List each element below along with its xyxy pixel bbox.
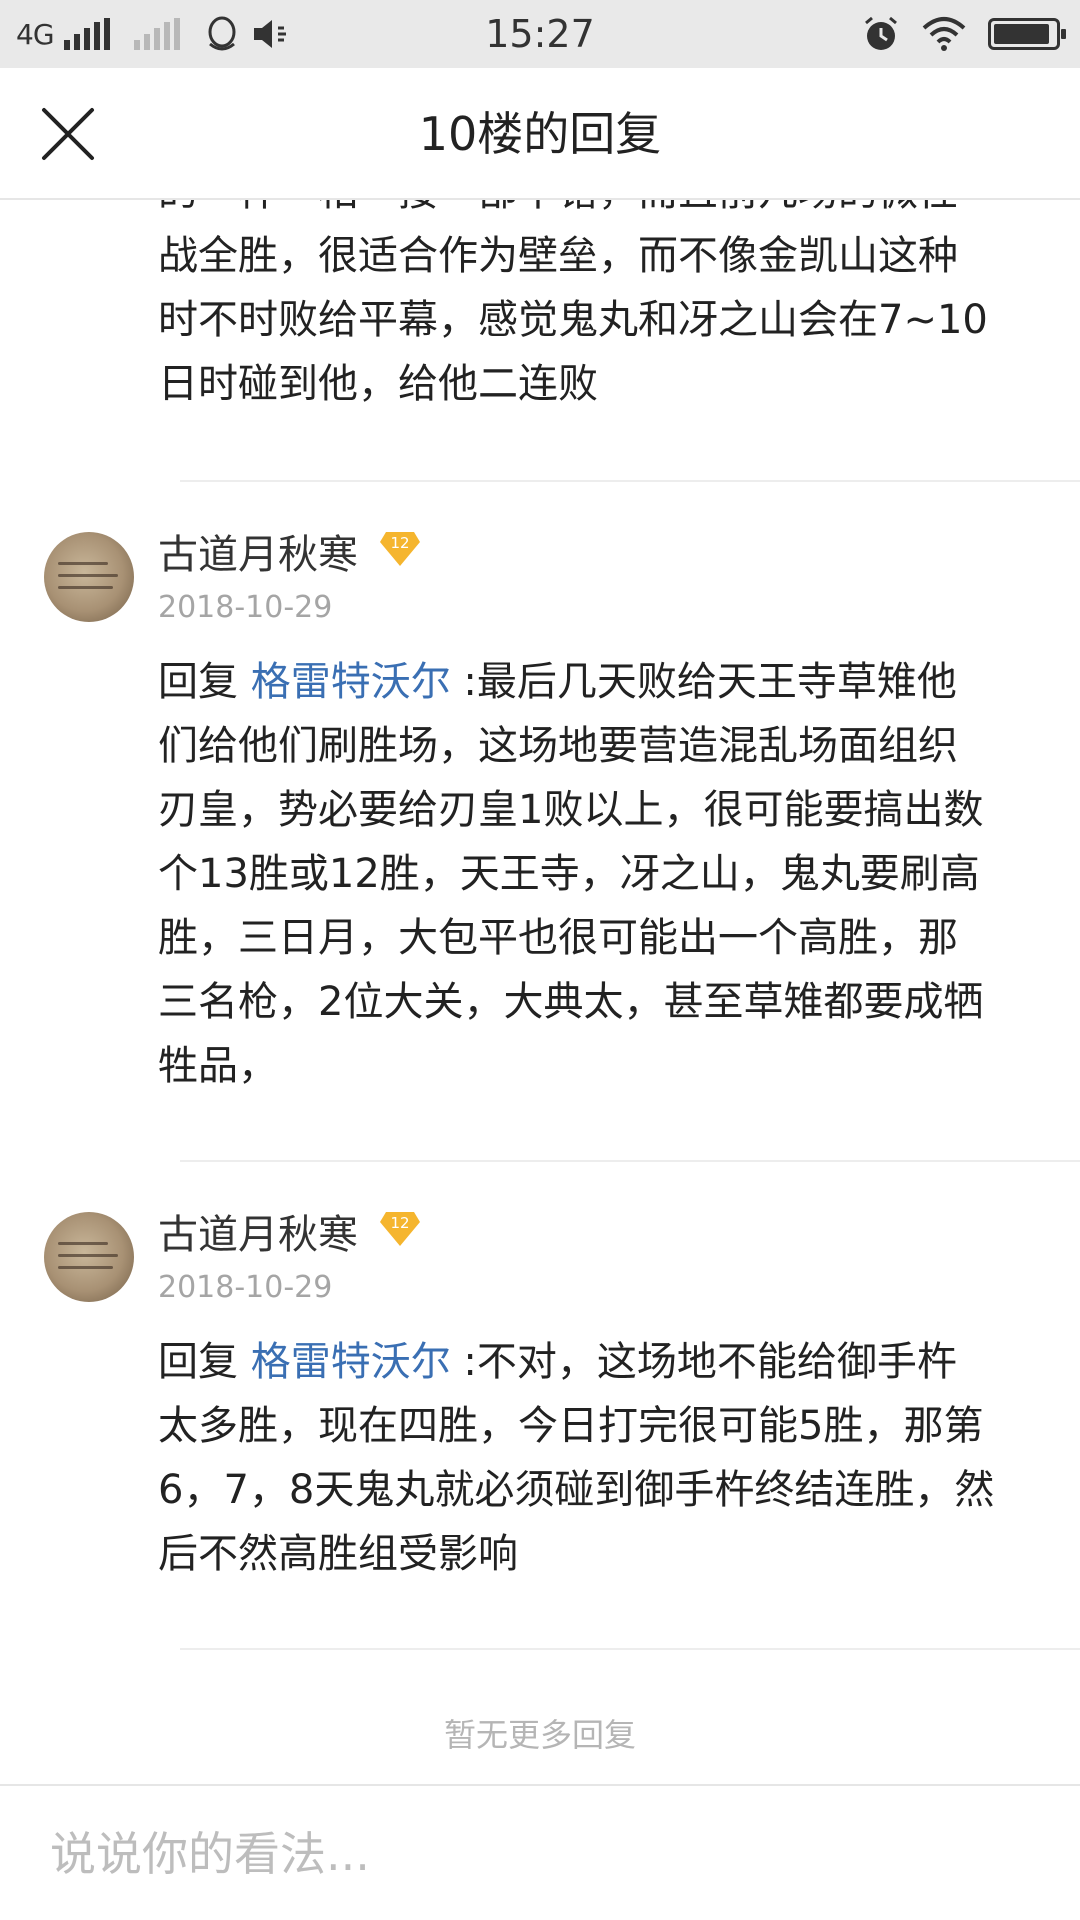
- alarm-icon: [865, 16, 897, 50]
- wifi-icon: [922, 17, 966, 51]
- username[interactable]: 古道月秋寒: [158, 522, 358, 580]
- level-badge-icon: 12: [380, 1212, 420, 1246]
- level-badge-icon: 12: [380, 532, 420, 566]
- divider: [180, 1160, 1080, 1162]
- reply-text-first: :最后几天败给天王寺草雉他: [450, 659, 957, 705]
- text-line: 回复 格雷特沃尔 :最后几天败给天王寺草雉他: [158, 650, 1038, 714]
- level-number: 12: [390, 534, 409, 552]
- status-right: [862, 0, 1066, 68]
- text-line: 的一样一相一接一部不错，而且前几场的微性: [158, 200, 1038, 224]
- battery-icon: [988, 18, 1066, 50]
- text-line: 胜，三日月，大包平也很可能出一个高胜，那: [158, 915, 958, 961]
- text-line: 6，7，8天鬼丸就必须碰到御手杵终结连胜，然: [158, 1467, 995, 1513]
- previous-reply-text: 的一样一相一接一部不错，而且前几场的微性 战全胜，很适合作为壁垒，而不像金凯山这…: [158, 200, 1038, 416]
- reply-prefix: 回复: [158, 1339, 251, 1385]
- status-bar: 4G 15:27: [0, 0, 1080, 68]
- divider: [180, 1648, 1080, 1650]
- text-line: 战全胜，很适合作为壁垒，而不像金凯山这种: [158, 233, 958, 279]
- header: 10楼的回复: [0, 68, 1080, 200]
- reply-body: 回复 格雷特沃尔 :不对，这场地不能给御手杵 太多胜，现在四胜，今日打完很可能5…: [158, 1330, 1038, 1586]
- comment-bar: [0, 1784, 1080, 1920]
- mention-link[interactable]: 格雷特沃尔: [251, 1339, 451, 1385]
- reply-date: 2018-10-29: [158, 1270, 333, 1305]
- text-line: 三名枪，2位大关，大典太，甚至草雉都要成牺: [158, 979, 984, 1025]
- text-line: 后不然高胜组受影响: [158, 1531, 518, 1577]
- no-more-replies: 暂无更多回复: [443, 1716, 636, 1754]
- reply-date: 2018-10-29: [158, 590, 333, 625]
- avatar[interactable]: [44, 1212, 134, 1302]
- comment-input[interactable]: [50, 1816, 1030, 1892]
- reply-body: 回复 格雷特沃尔 :最后几天败给天王寺草雉他 们给他们刷胜场，这场地要营造混乱场…: [158, 650, 1038, 1098]
- reply-text-first: :不对，这场地不能给御手杵: [450, 1339, 957, 1385]
- reply-item[interactable]: 古道月秋寒 12 2018-10-29 回复 格雷特沃尔 :不对，这场地不能给御…: [0, 1180, 1080, 1680]
- text-line: 时不时败给平幕，感觉鬼丸和冴之山会在7~10: [158, 297, 988, 343]
- text-line: 日时碰到他，给他二连败: [158, 361, 598, 407]
- mention-link[interactable]: 格雷特沃尔: [251, 659, 451, 705]
- text-line: 刃皇，势必要给刃皇1败以上，很可能要搞出数: [158, 787, 984, 833]
- reply-item[interactable]: 古道月秋寒 12 2018-10-29 回复 格雷特沃尔 :最后几天败给天王寺草…: [0, 500, 1080, 1089]
- text-line: 们给他们刷胜场，这场地要营造混乱场面组织: [158, 723, 958, 769]
- text-line: 牲品，: [158, 1043, 278, 1089]
- text-line: 回复 格雷特沃尔 :不对，这场地不能给御手杵: [158, 1330, 1038, 1394]
- username[interactable]: 古道月秋寒: [158, 1202, 358, 1260]
- level-number: 12: [390, 1214, 409, 1232]
- reply-list[interactable]: 的一样一相一接一部不错，而且前几场的微性 战全胜，很适合作为壁垒，而不像金凯山这…: [0, 200, 1080, 1780]
- page-title: 10楼的回复: [418, 107, 662, 161]
- text-line: 个13胜或12胜，天王寺，冴之山，鬼丸要刷高: [158, 851, 980, 897]
- divider: [180, 480, 1080, 482]
- text-line: 太多胜，现在四胜，今日打完很可能5胜，那第: [158, 1403, 984, 1449]
- reply-prefix: 回复: [158, 659, 251, 705]
- avatar[interactable]: [44, 532, 134, 622]
